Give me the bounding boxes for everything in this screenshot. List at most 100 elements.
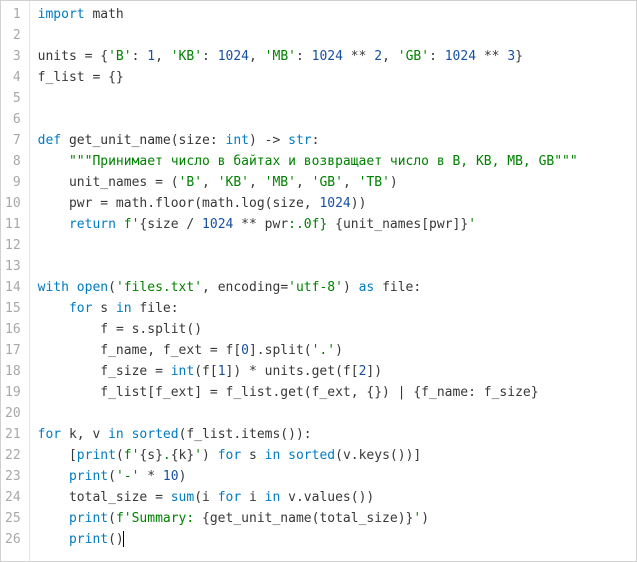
- code-line[interactable]: [print(f'{s}.{k}') for s in sorted(v.key…: [38, 445, 636, 466]
- code-token: in: [265, 490, 281, 505]
- line-number: 12: [5, 235, 21, 256]
- code-token: =: [116, 322, 124, 337]
- code-line[interactable]: f = s.split(): [38, 319, 636, 340]
- code-token: ,: [202, 175, 218, 190]
- text-cursor: [123, 531, 124, 547]
- code-line[interactable]: [38, 88, 636, 109]
- code-token: (: [108, 280, 116, 295]
- line-number: 7: [5, 130, 21, 151]
- code-token: :: [132, 49, 148, 64]
- line-number-gutter: 1234567891011121314151617181920212223242…: [1, 1, 30, 561]
- code-token: 'MB': [265, 175, 296, 190]
- code-token: i: [241, 490, 264, 505]
- code-line[interactable]: unit_names = ('B', 'KB', 'MB', 'GB', 'TB…: [38, 172, 636, 193]
- code-token: sorted: [288, 448, 335, 463]
- code-token: 1024: [312, 49, 343, 64]
- code-token: .: [163, 448, 171, 463]
- code-token: f_list: [38, 70, 93, 85]
- code-line[interactable]: [38, 109, 636, 130]
- code-line[interactable]: f_size = int(f[1]) * units.get(f[2]): [38, 361, 636, 382]
- code-token: [61, 133, 69, 148]
- code-line[interactable]: print('-' * 10): [38, 466, 636, 487]
- code-editor[interactable]: 1234567891011121314151617181920212223242…: [0, 0, 637, 562]
- line-number: 6: [5, 109, 21, 130]
- code-token: {unit_names[pwr]}: [335, 217, 468, 232]
- code-token: ,: [155, 49, 171, 64]
- code-token: ): [335, 343, 343, 358]
- code-line[interactable]: with open('files.txt', encoding='utf-8')…: [38, 277, 636, 298]
- code-token: 'KB': [171, 49, 202, 64]
- line-number: 15: [5, 298, 21, 319]
- code-token: s: [241, 448, 264, 463]
- code-token: {k}: [171, 448, 194, 463]
- line-number: 24: [5, 487, 21, 508]
- code-token: {size /: [139, 217, 202, 232]
- code-line[interactable]: return f'{size / 1024 ** pwr:.0f} {unit_…: [38, 214, 636, 235]
- code-token: 'B': [179, 175, 202, 190]
- code-token: **: [476, 49, 507, 64]
- code-line[interactable]: """Принимает число в байтах и возвращает…: [38, 151, 636, 172]
- line-number: 22: [5, 445, 21, 466]
- code-token: [: [38, 448, 77, 463]
- code-line[interactable]: def get_unit_name(size: int) -> str:: [38, 130, 636, 151]
- code-line[interactable]: for k, v in sorted(f_list.items()):: [38, 424, 636, 445]
- code-line[interactable]: import math: [38, 4, 636, 25]
- code-line[interactable]: [38, 256, 636, 277]
- line-number: 25: [5, 508, 21, 529]
- code-token: def: [38, 133, 61, 148]
- code-token: f': [124, 448, 140, 463]
- code-token: get_unit_name: [69, 133, 171, 148]
- code-line[interactable]: total_size = sum(i for i in v.values()): [38, 487, 636, 508]
- line-number: 4: [5, 67, 21, 88]
- code-token: open: [77, 280, 108, 295]
- code-token: :: [202, 49, 218, 64]
- code-token: f: [38, 322, 116, 337]
- code-line[interactable]: f_name, f_ext = f[0].split('.'): [38, 340, 636, 361]
- code-token: *: [139, 469, 162, 484]
- code-token: f'Summary:: [116, 511, 202, 526]
- code-line[interactable]: f_list[f_ext] = f_list.get(f_ext, {}) | …: [38, 382, 636, 403]
- code-token: 1: [218, 364, 226, 379]
- code-line[interactable]: f_list = {}: [38, 67, 636, 88]
- code-line[interactable]: print(f'Summary: {get_unit_name(total_si…: [38, 508, 636, 529]
- code-token: with: [38, 280, 69, 295]
- code-token: {get_unit_name(total_size)}: [202, 511, 413, 526]
- code-token: in: [265, 448, 281, 463]
- code-token: 'utf-8': [288, 280, 343, 295]
- code-token: {: [92, 49, 108, 64]
- code-token: ): [179, 469, 187, 484]
- code-line[interactable]: for s in file:: [38, 298, 636, 319]
- code-token: 'B': [108, 49, 131, 64]
- code-token: ** pwr: [233, 217, 288, 232]
- code-token: int: [171, 364, 194, 379]
- code-line[interactable]: [38, 403, 636, 424]
- code-token: math: [85, 7, 124, 22]
- code-token: s: [92, 301, 115, 316]
- code-token: sum: [171, 490, 194, 505]
- code-token: ,: [249, 49, 265, 64]
- code-token: f[: [218, 343, 241, 358]
- code-token: ,: [343, 175, 359, 190]
- code-line[interactable]: units = {'B': 1, 'KB': 1024, 'MB': 1024 …: [38, 46, 636, 67]
- line-number: 19: [5, 382, 21, 403]
- code-line[interactable]: pwr = math.floor(math.log(size, 1024)): [38, 193, 636, 214]
- code-token: sorted: [132, 427, 179, 442]
- code-token: **: [343, 49, 374, 64]
- code-token: 2: [374, 49, 382, 64]
- line-number: 17: [5, 340, 21, 361]
- line-number: 21: [5, 424, 21, 445]
- code-token: [280, 448, 288, 463]
- code-token: [38, 301, 69, 316]
- code-token: 1024: [319, 196, 350, 211]
- code-token: 3: [507, 49, 515, 64]
- code-token: ,: [296, 175, 312, 190]
- code-token: ': [413, 511, 421, 526]
- code-line[interactable]: [38, 235, 636, 256]
- code-token: f_list.get(f_ext, {}) | {f_name: f_size}: [218, 385, 539, 400]
- code-token: (f[: [194, 364, 217, 379]
- code-token: total_size: [38, 490, 155, 505]
- code-line[interactable]: [38, 25, 636, 46]
- code-token: f_size: [38, 364, 155, 379]
- code-area[interactable]: import math units = {'B': 1, 'KB': 1024,…: [30, 1, 636, 561]
- code-line[interactable]: print(): [38, 529, 636, 550]
